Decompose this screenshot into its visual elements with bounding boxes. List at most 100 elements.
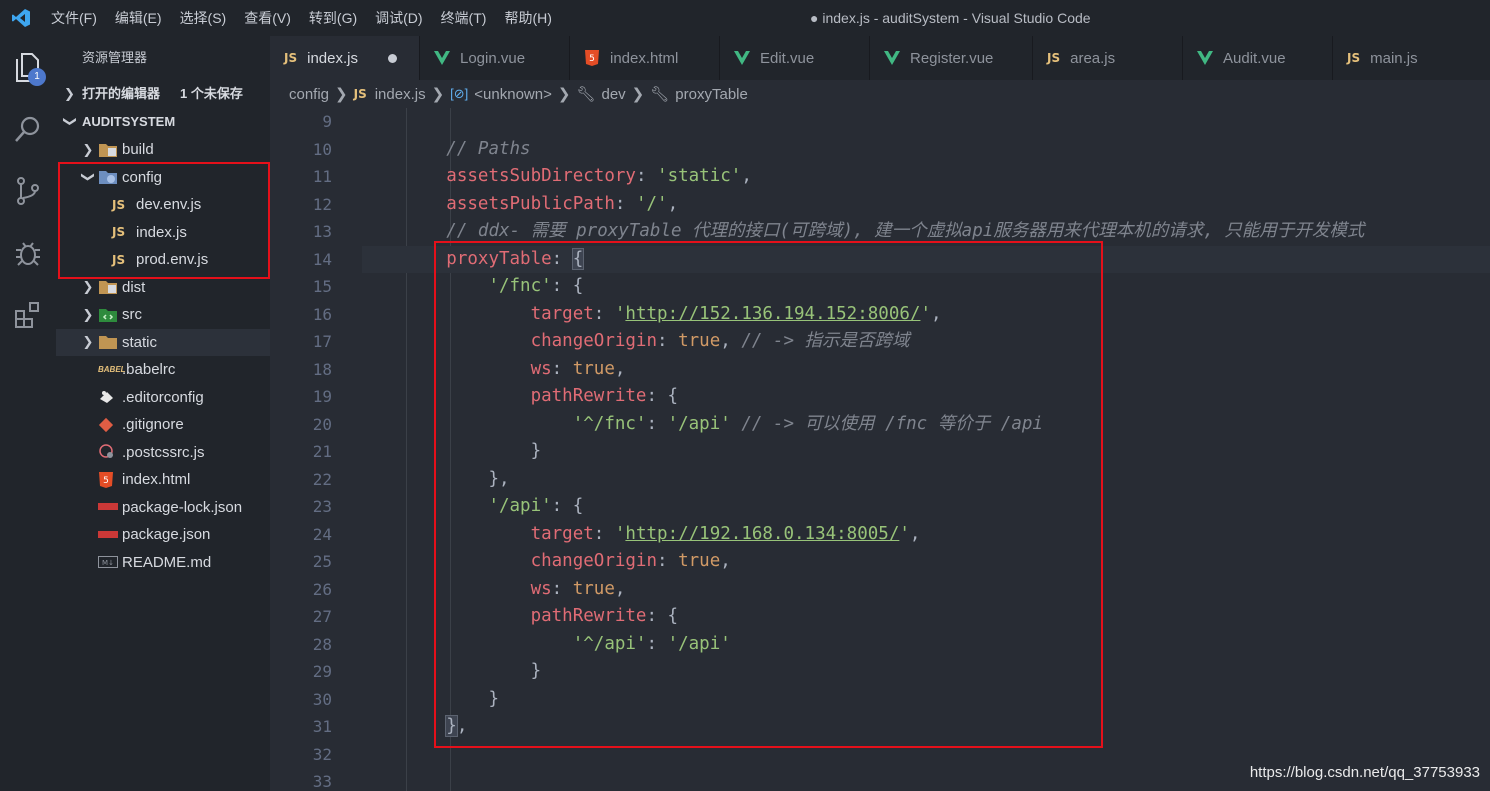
search-icon[interactable] xyxy=(0,98,56,160)
js-file-icon: JS xyxy=(353,87,367,101)
tree-folder-build[interactable]: ❯ build xyxy=(56,136,270,164)
variable-icon: [⊘] xyxy=(450,86,469,101)
line-number: 16 xyxy=(312,304,332,324)
chevron-right-icon: ❯ xyxy=(64,86,75,101)
line-number: 25 xyxy=(312,552,332,571)
tree-file-readme[interactable]: M↓ README.md xyxy=(56,549,270,577)
line-number: 20 xyxy=(312,414,332,434)
tree-file-package-json[interactable]: package.json xyxy=(56,521,270,549)
tab-login-vue[interactable]: Login.vue xyxy=(420,36,570,80)
tree-label: index.html xyxy=(122,471,191,489)
markdown-file-icon: M↓ xyxy=(98,553,122,571)
menu-help[interactable]: 帮助(H) xyxy=(495,0,560,36)
tree-label: .babelrc xyxy=(122,361,176,379)
vscode-logo-icon xyxy=(0,0,42,36)
tree-folder-static[interactable]: ❯ static xyxy=(56,328,270,356)
highlight-box-proxytable xyxy=(434,241,1103,748)
tab-index-js[interactable]: JS index.js xyxy=(270,36,420,80)
tree-file-babelrc[interactable]: BABEL .babelrc xyxy=(56,356,270,384)
breadcrumb-item-proxytable[interactable]: proxyTable xyxy=(675,86,748,103)
tab-register-vue[interactable]: Register.vue xyxy=(870,36,1033,80)
tree-file-postcssrc[interactable]: .postcssrc.js xyxy=(56,439,270,467)
explorer-title: 资源管理器 xyxy=(82,50,148,65)
tree-file-index-html[interactable]: 5 index.html xyxy=(56,466,270,494)
menu-file[interactable]: 文件(F) xyxy=(42,0,106,36)
tab-main-js[interactable]: JS main.js xyxy=(1333,36,1490,80)
chevron-right-icon: ❯ xyxy=(335,86,348,103)
debug-icon[interactable] xyxy=(0,222,56,284)
open-editors-label: 打开的编辑器 xyxy=(82,86,161,101)
vue-file-icon xyxy=(734,51,750,65)
menu-view[interactable]: 查看(V) xyxy=(235,0,300,36)
tree-file-gitignore[interactable]: .gitignore xyxy=(56,411,270,439)
wrench-icon: 🔧︎ xyxy=(576,86,596,103)
chevron-right-icon: ❯ xyxy=(431,86,445,103)
code-line-11: assetsSubDirectory: 'static', xyxy=(446,166,752,186)
line-number: 31 xyxy=(312,717,332,736)
editor-tabs: JS index.js Login.vue 5 index.html Edit.… xyxy=(270,36,1490,80)
line-number: 12 xyxy=(312,194,332,214)
comment: // ddx- 需要 proxyTable 代理的接口(可跨域), 建一个虚拟a… xyxy=(446,221,1365,241)
tab-edit-vue[interactable]: Edit.vue xyxy=(720,36,870,80)
tree-label: dist xyxy=(122,278,146,296)
extensions-icon[interactable] xyxy=(0,284,56,346)
tab-area-js[interactable]: JS area.js xyxy=(1033,36,1183,80)
npm-file-icon xyxy=(98,526,122,544)
tab-label: Register.vue xyxy=(910,49,994,67)
tree-label: .gitignore xyxy=(122,416,184,434)
tree-folder-src[interactable]: ❯ src xyxy=(56,301,270,329)
chevron-right-icon: ❯ xyxy=(82,279,94,295)
tab-label: main.js xyxy=(1370,49,1418,67)
chevron-right-icon: ❯ xyxy=(82,306,94,322)
chevron-right-icon: ❯ xyxy=(82,141,94,157)
watermark: https://blog.csdn.net/qq_37753933 xyxy=(1249,764,1480,781)
tree-label: package.json xyxy=(122,526,211,544)
window-title: ● index.js - auditSystem - Visual Studio… xyxy=(810,10,1091,26)
tab-label: index.js xyxy=(307,49,358,67)
line-number: 9 xyxy=(322,112,332,131)
folder-src-icon xyxy=(98,306,122,324)
vue-file-icon xyxy=(884,51,900,65)
tab-label: Edit.vue xyxy=(760,49,815,67)
chevron-down-icon: ❯ xyxy=(63,116,78,127)
tree-file-editorconfig[interactable]: .editorconfig xyxy=(56,384,270,412)
activity-bar: 1 xyxy=(0,36,56,791)
project-name: AUDITSYSTEM xyxy=(82,114,176,129)
tab-label: Audit.vue xyxy=(1223,49,1286,67)
menu-edit[interactable]: 编辑(E) xyxy=(106,0,171,36)
line-number: 19 xyxy=(312,387,332,406)
breadcrumb-item-unknown[interactable]: <unknown> xyxy=(474,86,552,103)
unsaved-dot-icon[interactable] xyxy=(387,53,397,63)
tree-label: .editorconfig xyxy=(122,388,204,406)
line-number: 17 xyxy=(312,332,332,351)
tree-label: README.md xyxy=(122,553,212,571)
menu-bar: 文件(F) 编辑(E) 选择(S) 查看(V) 转到(G) 调试(D) 终端(T… xyxy=(42,0,561,36)
html-file-icon: 5 xyxy=(98,471,122,489)
postcss-file-icon xyxy=(98,443,122,461)
line-number: 22 xyxy=(312,469,332,489)
line-number: 33 xyxy=(312,772,332,791)
tree-label: package-lock.json xyxy=(122,498,243,516)
tab-index-html[interactable]: 5 index.html xyxy=(570,36,720,80)
breadcrumb-item-dev[interactable]: dev xyxy=(601,86,625,103)
breadcrumb-item-config[interactable]: config xyxy=(289,86,329,103)
line-number: 10 xyxy=(312,139,332,159)
menu-terminal[interactable]: 终端(T) xyxy=(432,0,496,36)
tab-audit-vue[interactable]: Audit.vue xyxy=(1183,36,1333,80)
line-number: 24 xyxy=(312,524,332,544)
breadcrumb-item-file[interactable]: index.js xyxy=(375,86,426,103)
source-control-icon[interactable] xyxy=(0,160,56,222)
project-section[interactable]: ❯ AUDITSYSTEM xyxy=(56,108,270,136)
menu-go[interactable]: 转到(G) xyxy=(300,0,366,36)
explorer-icon[interactable]: 1 xyxy=(0,36,56,98)
menu-debug[interactable]: 调试(D) xyxy=(366,0,431,36)
svg-text:5: 5 xyxy=(103,476,109,486)
npm-file-icon xyxy=(98,498,122,516)
tab-label: area.js xyxy=(1070,49,1116,67)
tree-file-package-lock[interactable]: package-lock.json xyxy=(56,494,270,522)
menu-selection[interactable]: 选择(S) xyxy=(171,0,236,36)
line-number: 29 xyxy=(312,662,332,681)
open-editors-section[interactable]: ❯ 打开的编辑器 1 个未保存 xyxy=(56,80,270,108)
code-line-12: assetsPublicPath: '/', xyxy=(446,193,679,214)
